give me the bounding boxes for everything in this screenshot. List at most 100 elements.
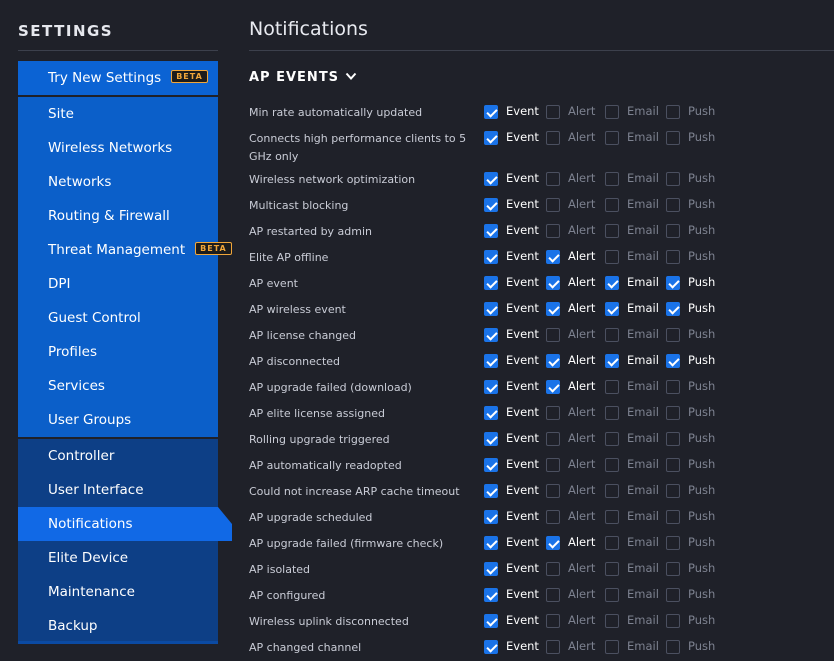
- sidebar-item-wireless-networks[interactable]: Wireless Networks: [18, 131, 218, 165]
- sidebar-item-try-new-settings[interactable]: Try New Settings BETA: [18, 61, 218, 95]
- push-checkbox[interactable]: [666, 406, 680, 420]
- email-checkbox[interactable]: [605, 380, 619, 394]
- event-checkbox[interactable]: [484, 250, 498, 264]
- alert-checkbox[interactable]: [546, 458, 560, 472]
- push-checkbox[interactable]: [666, 380, 680, 394]
- alert-checkbox[interactable]: [546, 614, 560, 628]
- event-checkbox[interactable]: [484, 105, 498, 119]
- event-checkbox[interactable]: [484, 510, 498, 524]
- alert-checkbox[interactable]: [546, 328, 560, 342]
- push-checkbox[interactable]: [666, 198, 680, 212]
- alert-checkbox[interactable]: [546, 562, 560, 576]
- email-checkbox[interactable]: [605, 614, 619, 628]
- push-checkbox[interactable]: [666, 484, 680, 498]
- alert-checkbox[interactable]: [546, 302, 560, 316]
- alert-checkbox[interactable]: [546, 198, 560, 212]
- alert-checkbox[interactable]: [546, 484, 560, 498]
- email-checkbox[interactable]: [605, 562, 619, 576]
- sidebar-item-maintenance[interactable]: Maintenance: [18, 575, 218, 609]
- email-checkbox[interactable]: [605, 432, 619, 446]
- push-checkbox[interactable]: [666, 302, 680, 316]
- alert-checkbox[interactable]: [546, 640, 560, 654]
- email-checkbox[interactable]: [605, 536, 619, 550]
- email-checkbox[interactable]: [605, 105, 619, 119]
- email-checkbox[interactable]: [605, 484, 619, 498]
- event-checkbox[interactable]: [484, 562, 498, 576]
- alert-checkbox[interactable]: [546, 250, 560, 264]
- push-checkbox[interactable]: [666, 328, 680, 342]
- event-checkbox[interactable]: [484, 198, 498, 212]
- email-checkbox[interactable]: [605, 406, 619, 420]
- alert-checkbox[interactable]: [546, 406, 560, 420]
- email-checkbox[interactable]: [605, 224, 619, 238]
- alert-checkbox[interactable]: [546, 510, 560, 524]
- alert-checkbox[interactable]: [546, 172, 560, 186]
- push-checkbox[interactable]: [666, 172, 680, 186]
- push-checkbox[interactable]: [666, 640, 680, 654]
- email-checkbox[interactable]: [605, 276, 619, 290]
- sidebar-item-routing-and-firewall[interactable]: Routing & Firewall: [18, 199, 218, 233]
- sidebar-item-services[interactable]: Services: [18, 369, 218, 403]
- push-checkbox[interactable]: [666, 224, 680, 238]
- alert-checkbox[interactable]: [546, 588, 560, 602]
- email-checkbox[interactable]: [605, 354, 619, 368]
- push-checkbox[interactable]: [666, 510, 680, 524]
- push-checkbox[interactable]: [666, 105, 680, 119]
- email-checkbox[interactable]: [605, 588, 619, 602]
- sidebar-item-threat-management[interactable]: Threat Management BETA: [18, 233, 232, 267]
- alert-checkbox[interactable]: [546, 131, 560, 145]
- email-checkbox[interactable]: [605, 250, 619, 264]
- alert-checkbox[interactable]: [546, 536, 560, 550]
- email-checkbox[interactable]: [605, 328, 619, 342]
- event-checkbox[interactable]: [484, 380, 498, 394]
- sidebar-item-controller[interactable]: Controller: [18, 439, 218, 473]
- event-checkbox[interactable]: [484, 536, 498, 550]
- push-checkbox[interactable]: [666, 354, 680, 368]
- sidebar-item-backup[interactable]: Backup: [18, 609, 218, 643]
- alert-checkbox[interactable]: [546, 432, 560, 446]
- sidebar-item-profiles[interactable]: Profiles: [18, 335, 218, 369]
- email-checkbox[interactable]: [605, 458, 619, 472]
- sidebar-item-guest-control[interactable]: Guest Control: [18, 301, 218, 335]
- email-checkbox[interactable]: [605, 302, 619, 316]
- ap-events-section-toggle[interactable]: AP EVENTS: [249, 70, 357, 85]
- event-checkbox[interactable]: [484, 328, 498, 342]
- event-checkbox[interactable]: [484, 432, 498, 446]
- event-checkbox[interactable]: [484, 302, 498, 316]
- event-checkbox[interactable]: [484, 276, 498, 290]
- event-checkbox[interactable]: [484, 172, 498, 186]
- email-checkbox[interactable]: [605, 131, 619, 145]
- sidebar-item-user-interface[interactable]: User Interface: [18, 473, 218, 507]
- push-checkbox[interactable]: [666, 588, 680, 602]
- sidebar-item-elite-device[interactable]: Elite Device: [18, 541, 218, 575]
- alert-checkbox[interactable]: [546, 380, 560, 394]
- push-checkbox[interactable]: [666, 458, 680, 472]
- alert-checkbox[interactable]: [546, 354, 560, 368]
- push-checkbox[interactable]: [666, 131, 680, 145]
- sidebar-item-user-groups[interactable]: User Groups: [18, 403, 218, 437]
- event-checkbox[interactable]: [484, 406, 498, 420]
- sidebar-item-dpi[interactable]: DPI: [18, 267, 218, 301]
- email-checkbox[interactable]: [605, 198, 619, 212]
- alert-checkbox[interactable]: [546, 276, 560, 290]
- event-checkbox[interactable]: [484, 458, 498, 472]
- email-checkbox[interactable]: [605, 172, 619, 186]
- push-checkbox[interactable]: [666, 250, 680, 264]
- event-checkbox[interactable]: [484, 614, 498, 628]
- push-checkbox[interactable]: [666, 562, 680, 576]
- alert-checkbox[interactable]: [546, 105, 560, 119]
- event-checkbox[interactable]: [484, 640, 498, 654]
- event-checkbox[interactable]: [484, 131, 498, 145]
- push-checkbox[interactable]: [666, 614, 680, 628]
- push-checkbox[interactable]: [666, 276, 680, 290]
- sidebar-item-notifications[interactable]: Notifications: [18, 507, 218, 541]
- alert-checkbox[interactable]: [546, 224, 560, 238]
- event-checkbox[interactable]: [484, 224, 498, 238]
- event-checkbox[interactable]: [484, 588, 498, 602]
- sidebar-item-site[interactable]: Site: [18, 97, 218, 131]
- event-checkbox[interactable]: [484, 484, 498, 498]
- event-checkbox[interactable]: [484, 354, 498, 368]
- sidebar-item-networks[interactable]: Networks: [18, 165, 218, 199]
- email-checkbox[interactable]: [605, 510, 619, 524]
- push-checkbox[interactable]: [666, 432, 680, 446]
